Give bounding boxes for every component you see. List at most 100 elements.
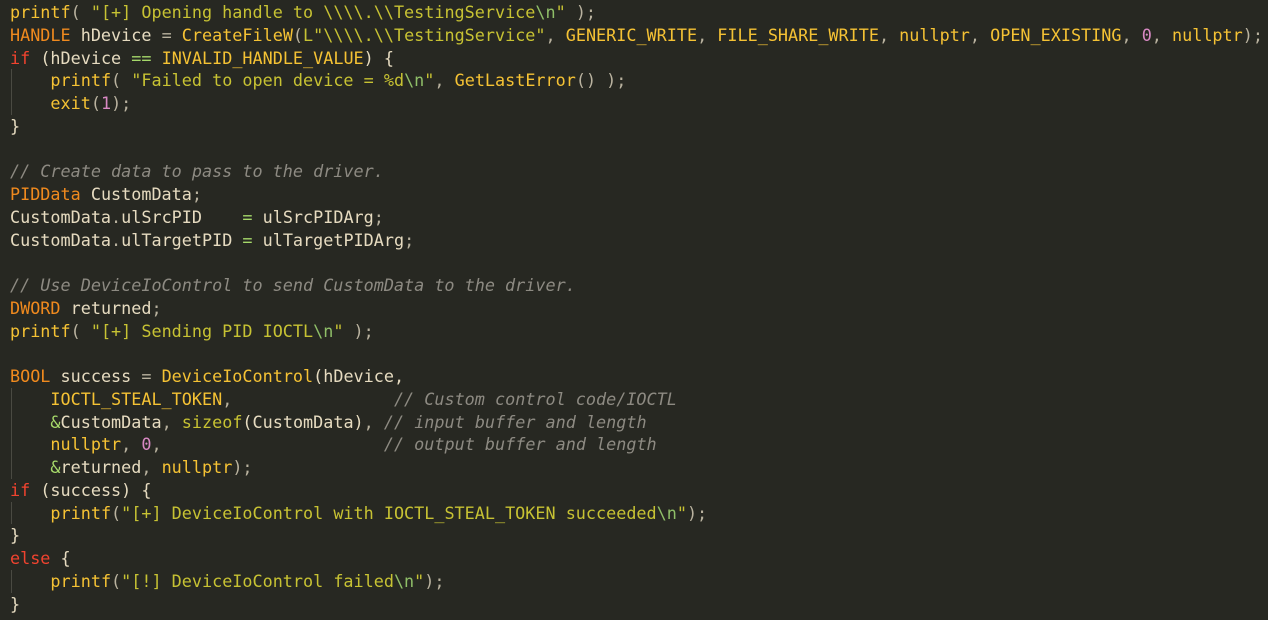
code-token: DeviceIoControl: [161, 366, 314, 386]
code-line[interactable]: }: [0, 593, 1268, 616]
code-line[interactable]: if (success) {: [0, 479, 1268, 502]
code-token: else: [10, 548, 51, 568]
code-token: }: [10, 525, 21, 546]
code-line[interactable]: CustomData.ulTargetPID = ulTargetPIDArg;: [0, 229, 1268, 252]
code-line[interactable]: DWORD returned;: [0, 297, 1268, 320]
code-token: ,: [878, 24, 900, 45]
code-token: GENERIC_WRITE: [565, 24, 698, 45]
code-line[interactable]: nullptr, 0, // output buffer and length: [0, 433, 1268, 456]
code-line[interactable]: else {: [0, 547, 1268, 570]
code-token: ,: [161, 411, 182, 432]
code-token: 1: [100, 93, 112, 113]
code-line[interactable]: [0, 251, 1268, 274]
code-line[interactable]: [0, 138, 1268, 161]
code-line[interactable]: HANDLE hDevice = CreateFileW(L"\\\\.\\Te…: [0, 24, 1268, 47]
code-token: CreateFileW: [181, 24, 293, 45]
code-token: // Use DeviceIoControl to send CustomDat…: [10, 275, 576, 295]
code-token: HANDLE: [10, 24, 71, 45]
code-token: ,: [697, 24, 718, 45]
code-token: (: [70, 2, 91, 22]
code-line[interactable]: exit(1);: [0, 92, 1268, 115]
code-token: ": [555, 2, 566, 22]
code-token: "[+] DeviceIoControl with IOCTL_STEAL_TO…: [121, 502, 657, 523]
code-line[interactable]: &CustomData, sizeof(CustomData), // inpu…: [0, 410, 1268, 434]
code-token: ulTargetPID: [121, 229, 243, 250]
code-token: ,: [545, 24, 566, 45]
code-token: ,: [363, 411, 374, 432]
code-line[interactable]: // Create data to pass to the driver.: [0, 160, 1268, 183]
code-token: 0: [1141, 24, 1152, 45]
code-token: L"\\\\.\\TestingService": [303, 24, 546, 45]
code-token: "[+] Sending PID IOCTL: [90, 320, 314, 341]
code-line[interactable]: &returned, nullptr);: [0, 456, 1268, 479]
indent-guide: [11, 387, 12, 411]
code-token: IOCTL_STEAL_TOKEN: [50, 388, 223, 409]
code-line[interactable]: PIDData CustomData;: [0, 183, 1268, 206]
code-token: (hDevice,: [313, 366, 405, 386]
code-editor[interactable]: printf( "[+] Opening handle to \\\\.\\Te…: [0, 0, 1268, 615]
code-line[interactable]: printf( "Failed to open device = %d\n", …: [0, 69, 1268, 92]
code-line[interactable]: printf( "[+] Opening handle to \\\\.\\Te…: [0, 1, 1268, 24]
code-token: nullptr: [50, 434, 122, 455]
code-token: (: [111, 70, 132, 91]
code-line[interactable]: }: [0, 524, 1268, 547]
code-token: \n: [393, 570, 415, 591]
code-token: ;: [151, 297, 162, 318]
code-token: ;: [191, 184, 202, 204]
code-line[interactable]: CustomData.ulSrcPID = ulSrcPIDArg;: [0, 206, 1268, 229]
code-token: ": [424, 70, 435, 91]
code-token: ,: [969, 24, 991, 45]
code-token: ,: [1151, 24, 1173, 45]
code-token: DWORD: [10, 297, 61, 318]
code-line[interactable]: IOCTL_STEAL_TOKEN, // Custom control cod…: [0, 387, 1268, 411]
code-token: // output buffer and length: [383, 434, 657, 455]
code-token: if: [10, 479, 31, 500]
code-token: (success) {: [30, 479, 152, 500]
code-token: hDevice: [70, 24, 162, 45]
code-token: OPEN_EXISTING: [990, 24, 1122, 45]
code-token: nullptr: [899, 24, 970, 45]
code-line[interactable]: }: [0, 115, 1268, 138]
code-token: );: [232, 457, 253, 477]
code-token: ,: [121, 434, 142, 455]
code-token: success: [50, 366, 142, 386]
code-token: "[!] DeviceIoControl failed: [121, 570, 394, 591]
code-token: &: [50, 457, 61, 477]
code-token: (CustomData): [242, 411, 364, 432]
code-line[interactable]: printf("[!] DeviceIoControl failed\n");: [0, 569, 1268, 593]
code-token: ) {: [363, 47, 394, 68]
code-token: // input buffer and length: [383, 411, 647, 432]
code-token: printf: [50, 502, 112, 523]
code-token: "Failed to open device = %d: [131, 70, 405, 91]
code-token: \n: [404, 70, 425, 91]
code-line[interactable]: BOOL success = DeviceIoControl(hDevice,: [0, 365, 1268, 388]
indent-guide: [11, 569, 12, 593]
code-token: ==: [131, 47, 152, 68]
code-line[interactable]: if (hDevice == INVALID_HANDLE_VALUE) {: [0, 47, 1268, 70]
code-token: ": [414, 570, 425, 591]
code-token: ,: [141, 457, 162, 477]
code-token: (: [292, 24, 304, 45]
code-token: printf: [10, 320, 71, 341]
code-token: printf: [10, 2, 71, 22]
code-line[interactable]: printf("[+] DeviceIoControl with IOCTL_S…: [0, 501, 1268, 525]
code-line[interactable]: printf( "[+] Sending PID IOCTL\n" );: [0, 320, 1268, 343]
code-token: "[+] Opening handle to \\\\.\\TestingSer…: [90, 2, 536, 22]
code-token: \n: [313, 320, 334, 341]
code-line[interactable]: // Use DeviceIoControl to send CustomDat…: [0, 274, 1268, 297]
code-token: =: [242, 229, 253, 250]
code-token: ,: [1121, 24, 1142, 45]
code-token: ;: [373, 206, 384, 227]
code-token: );: [565, 2, 597, 22]
code-token: CustomData: [60, 411, 162, 432]
code-line[interactable]: [0, 342, 1268, 365]
code-token: );: [111, 93, 132, 113]
code-token: 0: [141, 434, 152, 455]
